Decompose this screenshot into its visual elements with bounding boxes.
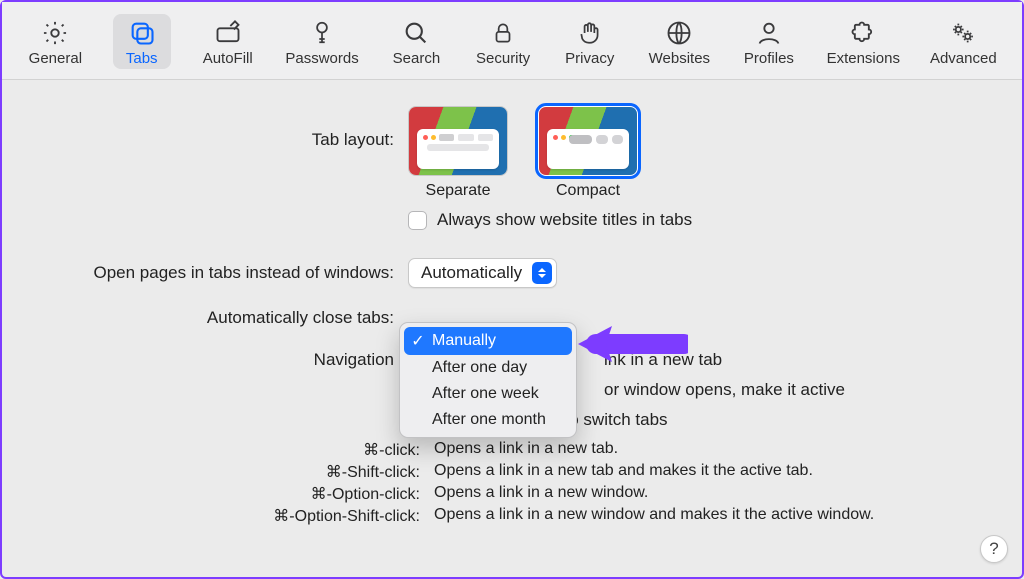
layout-caption: Separate [426,182,491,200]
menu-item-label: After one day [432,359,527,377]
chevron-up-down-icon [532,262,552,284]
toolbar-item-tabs[interactable]: Tabs [113,14,171,69]
toolbar-item-privacy[interactable]: Privacy [561,14,619,69]
shortcut-desc: Opens a link in a new tab and makes it t… [434,462,982,482]
globe-icon [664,18,694,48]
toolbar-label: Passwords [285,50,358,67]
person-icon [754,18,784,48]
shortcut-key: ⌘-Shift-click: [42,462,420,482]
tab-layout-label: Tab layout: [42,106,394,150]
shortcut-desc: Opens a link in a new tab. [434,440,982,460]
toolbar-label: AutoFill [203,50,253,67]
shortcut-key: ⌘-Option-Shift-click: [42,506,420,526]
auto-close-menu[interactable]: ✓ Manually After one day After one week … [399,322,577,438]
layout-caption: Compact [556,182,620,200]
navigation-label-partial: Navigation [42,350,394,370]
tabs-icon [127,18,157,48]
help-button[interactable]: ? [980,535,1008,563]
toolbar-label: Websites [649,50,710,67]
tabs-preferences-pane: Tab layout: Separate [2,80,1022,540]
key-icon [307,18,337,48]
menu-item-label: After one month [432,411,546,429]
shortcut-row: ⌘-click: Opens a link in a new tab. [42,440,982,460]
tab-layout-option-compact[interactable] [538,106,638,176]
toolbar-label: Privacy [565,50,614,67]
shortcut-row: ⌘-Shift-click: Opens a link in a new tab… [42,462,982,482]
tab-layout-option-separate[interactable] [408,106,508,176]
menu-item-label: After one week [432,385,539,403]
checkmark-icon: ✓ [410,331,426,351]
toolbar-item-search[interactable]: Search [387,14,445,69]
menu-item-after-one-week[interactable]: After one week [404,381,572,407]
toolbar-label: Advanced [930,50,997,67]
toolbar-item-advanced[interactable]: Advanced [929,14,998,69]
make-active-partial-text: or window opens, make it active [604,380,845,400]
shortcut-desc: Opens a link in a new window and makes i… [434,506,982,526]
help-icon: ? [989,539,998,559]
menu-item-after-one-day[interactable]: After one day [404,355,572,381]
gears-icon [948,18,978,48]
toolbar-item-passwords[interactable]: Passwords [285,14,360,69]
magnify-icon [401,18,431,48]
shortcut-row: ⌘-Option-click: Opens a link in a new wi… [42,484,982,504]
shortcuts-table: ⌘-click: Opens a link in a new tab. ⌘-Sh… [42,440,982,526]
lock-icon [488,18,518,48]
toolbar-label: Profiles [744,50,794,67]
toolbar-label: Extensions [827,50,900,67]
toolbar-item-security[interactable]: Security [473,14,532,69]
toolbar-label: Security [476,50,530,67]
shortcut-desc: Opens a link in a new window. [434,484,982,504]
toolbar-item-extensions[interactable]: Extensions [826,14,901,69]
menu-item-manually[interactable]: ✓ Manually [404,327,572,355]
open-pages-popup[interactable]: Automatically [408,258,557,288]
shortcut-row: ⌘-Option-Shift-click: Opens a link in a … [42,506,982,526]
toolbar-item-general[interactable]: General [26,14,85,69]
pencil-card-icon [213,18,243,48]
toolbar-item-autofill[interactable]: AutoFill [199,14,257,69]
toolbar-item-profiles[interactable]: Profiles [740,14,798,69]
shortcut-key: ⌘-Option-click: [42,484,420,504]
popup-value: Automatically [421,263,532,283]
shortcut-key: ⌘-click: [42,440,420,460]
hand-icon [575,18,605,48]
checkbox-icon [408,211,427,230]
toolbar-label: Tabs [126,50,158,67]
gear-icon [40,18,70,48]
menu-item-after-one-month[interactable]: After one month [404,407,572,433]
preferences-toolbar: General Tabs AutoFill Passwords Search S… [2,2,1022,80]
open-new-tab-partial-text: ink in a new tab [604,350,722,370]
checkbox-label: Always show website titles in tabs [437,210,692,230]
puzzle-icon [848,18,878,48]
always-show-titles-checkbox[interactable]: Always show website titles in tabs [408,210,692,230]
open-pages-label: Open pages in tabs instead of windows: [42,263,394,283]
auto-close-label: Automatically close tabs: [42,308,394,328]
toolbar-item-websites[interactable]: Websites [647,14,712,69]
toolbar-label: Search [393,50,441,67]
menu-item-label: Manually [432,332,496,350]
toolbar-label: General [29,50,82,67]
